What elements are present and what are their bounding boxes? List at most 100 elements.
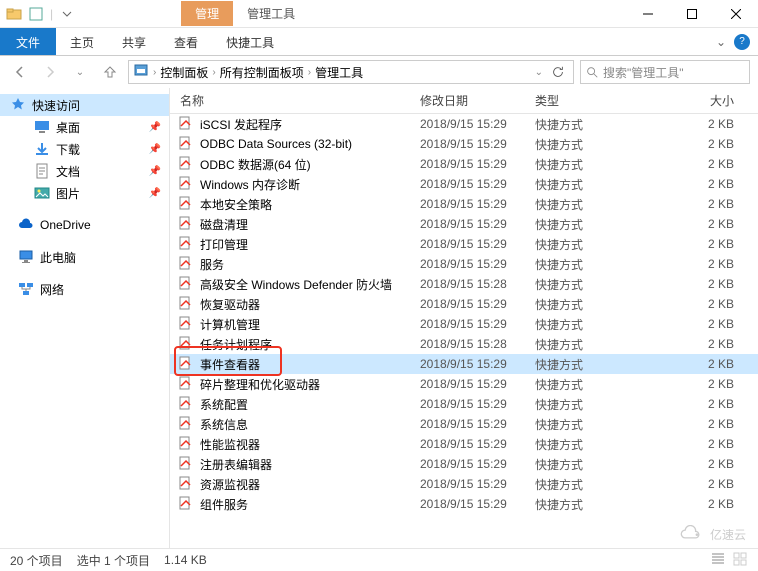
file-row[interactable]: ODBC 数据源(64 位)2018/9/15 15:29快捷方式2 KB — [170, 154, 758, 174]
file-name: 性能监视器 — [194, 436, 420, 453]
close-button[interactable] — [714, 0, 758, 28]
title-text: 管理工具 — [233, 1, 309, 26]
file-type: 快捷方式 — [535, 456, 645, 473]
file-row[interactable]: 系统信息2018/9/15 15:29快捷方式2 KB — [170, 414, 758, 434]
file-row[interactable]: 计算机管理2018/9/15 15:29快捷方式2 KB — [170, 314, 758, 334]
file-row[interactable]: iSCSI 发起程序2018/9/15 15:29快捷方式2 KB — [170, 114, 758, 134]
file-row[interactable]: 事件查看器2018/9/15 15:29快捷方式2 KB — [170, 354, 758, 374]
breadcrumb-seg-3[interactable]: 管理工具 — [315, 64, 363, 81]
shortcut-icon — [178, 496, 194, 512]
chevron-right-icon[interactable]: › — [308, 67, 311, 78]
file-row[interactable]: 打印管理2018/9/15 15:29快捷方式2 KB — [170, 234, 758, 254]
main-area: 快速访问 桌面 📌 下载 📌 文档 📌 图片 📌 OneDrive — [0, 88, 758, 548]
ribbon-tabs: 文件 主页 共享 查看 快捷工具 ⌄ ? — [0, 28, 758, 56]
watermark-text: 亿速云 — [710, 526, 746, 543]
file-row[interactable]: 碎片整理和优化驱动器2018/9/15 15:29快捷方式2 KB — [170, 374, 758, 394]
file-size: 2 KB — [645, 157, 758, 171]
maximize-button[interactable] — [670, 0, 714, 28]
tab-share[interactable]: 共享 — [108, 28, 160, 55]
minimize-button[interactable] — [626, 0, 670, 28]
address-bar-row: ⌄ › 控制面板 › 所有控制面板项 › 管理工具 ⌄ 搜索"管理工具" — [0, 56, 758, 88]
file-type: 快捷方式 — [535, 416, 645, 433]
file-row[interactable]: 资源监视器2018/9/15 15:29快捷方式2 KB — [170, 474, 758, 494]
shortcut-icon — [178, 116, 194, 132]
chevron-right-icon[interactable]: › — [212, 67, 215, 78]
file-row[interactable]: ODBC Data Sources (32-bit)2018/9/15 15:2… — [170, 134, 758, 154]
file-date: 2018/9/15 15:29 — [420, 457, 535, 471]
file-name: 服务 — [194, 256, 420, 273]
column-header-name[interactable]: 名称 — [170, 92, 420, 109]
sidebar-item-label: 图片 — [56, 185, 80, 202]
file-row[interactable]: 任务计划程序2018/9/15 15:28快捷方式2 KB — [170, 334, 758, 354]
sidebar-item-desktop[interactable]: 桌面 📌 — [0, 116, 169, 138]
column-header-type[interactable]: 类型 — [535, 92, 645, 109]
refresh-icon[interactable] — [547, 65, 569, 79]
status-bar: 20 个项目 选中 1 个项目 1.14 KB — [0, 548, 758, 571]
file-size: 2 KB — [645, 357, 758, 371]
view-large-icon[interactable] — [732, 551, 748, 570]
properties-icon[interactable] — [28, 6, 44, 22]
search-input[interactable]: 搜索"管理工具" — [580, 60, 750, 84]
file-name: 高级安全 Windows Defender 防火墙 — [194, 276, 420, 293]
file-row[interactable]: 组件服务2018/9/15 15:29快捷方式2 KB — [170, 494, 758, 514]
file-row[interactable]: 服务2018/9/15 15:29快捷方式2 KB — [170, 254, 758, 274]
dropdown-icon[interactable] — [59, 6, 75, 22]
chevron-down-icon[interactable]: ⌄ — [716, 35, 726, 49]
chevron-right-icon[interactable]: › — [153, 67, 156, 78]
file-list[interactable]: iSCSI 发起程序2018/9/15 15:29快捷方式2 KBODBC Da… — [170, 114, 758, 548]
file-row[interactable]: 高级安全 Windows Defender 防火墙2018/9/15 15:28… — [170, 274, 758, 294]
navigation-pane: 快速访问 桌面 📌 下载 📌 文档 📌 图片 📌 OneDrive — [0, 88, 170, 548]
file-size: 2 KB — [645, 217, 758, 231]
divider: | — [50, 7, 53, 21]
column-header-size[interactable]: 大小 — [645, 92, 758, 109]
back-button[interactable] — [8, 60, 32, 84]
file-row[interactable]: 注册表编辑器2018/9/15 15:29快捷方式2 KB — [170, 454, 758, 474]
file-size: 2 KB — [645, 117, 758, 131]
file-row[interactable]: 本地安全策略2018/9/15 15:29快捷方式2 KB — [170, 194, 758, 214]
tab-view[interactable]: 查看 — [160, 28, 212, 55]
history-dropdown-icon[interactable]: ⌄ — [535, 67, 543, 78]
file-date: 2018/9/15 15:29 — [420, 297, 535, 311]
sidebar-item-onedrive[interactable]: OneDrive — [0, 214, 169, 236]
status-selected: 选中 1 个项目 — [77, 552, 150, 569]
file-row[interactable]: 磁盘清理2018/9/15 15:29快捷方式2 KB — [170, 214, 758, 234]
view-details-icon[interactable] — [710, 551, 726, 570]
file-date: 2018/9/15 15:29 — [420, 157, 535, 171]
recent-button[interactable]: ⌄ — [68, 60, 92, 84]
file-row[interactable]: 性能监视器2018/9/15 15:29快捷方式2 KB — [170, 434, 758, 454]
sidebar-item-quick-access[interactable]: 快速访问 — [0, 94, 169, 116]
file-name: 恢复驱动器 — [194, 296, 420, 313]
tab-home[interactable]: 主页 — [56, 28, 108, 55]
file-date: 2018/9/15 15:29 — [420, 237, 535, 251]
file-type: 快捷方式 — [535, 336, 645, 353]
sidebar-item-label: 下载 — [56, 141, 80, 158]
file-size: 2 KB — [645, 497, 758, 511]
address-bar[interactable]: › 控制面板 › 所有控制面板项 › 管理工具 ⌄ — [128, 60, 574, 84]
sidebar-item-downloads[interactable]: 下载 📌 — [0, 138, 169, 160]
forward-button[interactable] — [38, 60, 62, 84]
tab-shortcut-tools[interactable]: 快捷工具 — [212, 28, 288, 55]
sidebar-item-pictures[interactable]: 图片 📌 — [0, 182, 169, 204]
breadcrumb-seg-2[interactable]: 所有控制面板项 — [220, 64, 304, 81]
file-type: 快捷方式 — [535, 196, 645, 213]
file-row[interactable]: 系统配置2018/9/15 15:29快捷方式2 KB — [170, 394, 758, 414]
breadcrumb-seg-1[interactable]: 控制面板 — [160, 64, 208, 81]
file-row[interactable]: 恢复驱动器2018/9/15 15:29快捷方式2 KB — [170, 294, 758, 314]
file-row[interactable]: Windows 内存诊断2018/9/15 15:29快捷方式2 KB — [170, 174, 758, 194]
help-icon[interactable]: ? — [734, 34, 750, 50]
sidebar-item-documents[interactable]: 文档 📌 — [0, 160, 169, 182]
tab-file[interactable]: 文件 — [0, 28, 56, 55]
column-header-date[interactable]: 修改日期 — [420, 92, 535, 109]
file-name: ODBC Data Sources (32-bit) — [194, 137, 420, 151]
file-name: ODBC 数据源(64 位) — [194, 156, 420, 173]
context-tab-manage[interactable]: 管理 — [181, 1, 233, 26]
up-button[interactable] — [98, 60, 122, 84]
sidebar-item-this-pc[interactable]: 此电脑 — [0, 246, 169, 268]
sidebar-item-label: 文档 — [56, 163, 80, 180]
file-size: 2 KB — [645, 477, 758, 491]
sidebar-item-network[interactable]: 网络 — [0, 278, 169, 300]
file-date: 2018/9/15 15:28 — [420, 277, 535, 291]
file-size: 2 KB — [645, 417, 758, 431]
pictures-icon — [34, 185, 50, 201]
file-size: 2 KB — [645, 397, 758, 411]
